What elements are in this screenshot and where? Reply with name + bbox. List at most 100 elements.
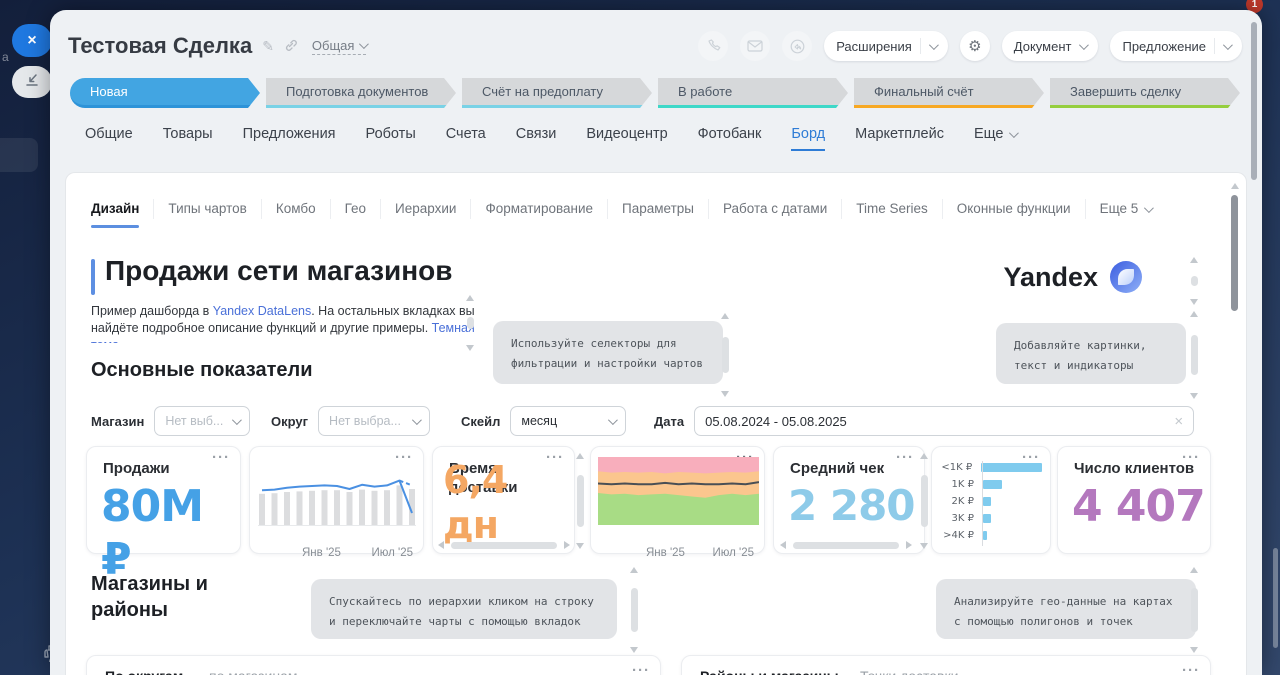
kpi-avg-check-label: Средний чек bbox=[790, 459, 884, 478]
panel-scrollbar[interactable] bbox=[1251, 22, 1257, 180]
tab-board[interactable]: Борд bbox=[791, 126, 825, 142]
dl-tab-window-fn[interactable]: Оконные функции bbox=[943, 199, 1086, 219]
chevron-down-icon bbox=[1144, 203, 1154, 213]
hbar-row: <1K ₽ bbox=[940, 461, 1042, 474]
tab-invoices[interactable]: Счета bbox=[446, 126, 486, 142]
widget-scrollbar[interactable] bbox=[464, 295, 476, 351]
deal-header: Тестовая Сделка ✎ Общая Ра bbox=[68, 28, 1242, 64]
filter-shop-select[interactable]: Нет выб... bbox=[154, 406, 250, 436]
widget-scrollbar[interactable] bbox=[1188, 311, 1200, 399]
dl-tab-dates[interactable]: Работа с датами bbox=[709, 199, 842, 219]
datalens-link[interactable]: Yandex DataLens bbox=[213, 304, 311, 318]
tab-delivery-points[interactable]: Точки доставки bbox=[860, 668, 958, 675]
filter-scale-select[interactable]: месяц bbox=[510, 406, 626, 436]
call-button[interactable] bbox=[698, 31, 728, 61]
tab-photobank[interactable]: Фотобанк bbox=[698, 126, 762, 142]
chevron-down-icon bbox=[359, 39, 369, 49]
chevron-down-icon bbox=[1223, 40, 1233, 50]
widget-menu-icon[interactable]: ··· bbox=[896, 449, 914, 466]
hbar-row: 3K ₽ bbox=[940, 512, 1042, 525]
dl-tab-more-label: Еще 5 bbox=[1100, 199, 1139, 219]
dl-tab-parameters[interactable]: Параметры bbox=[608, 199, 709, 219]
widget-menu-icon[interactable]: ··· bbox=[632, 662, 650, 675]
widget-scrollbar-horizontal[interactable] bbox=[438, 539, 570, 551]
widget-scrollbar-horizontal[interactable] bbox=[780, 539, 912, 551]
pipeline-selector[interactable]: Общая bbox=[312, 38, 367, 55]
title-accent-bar bbox=[91, 259, 95, 295]
widget-scrollbar[interactable] bbox=[719, 313, 731, 397]
widget-menu-icon[interactable]: ··· bbox=[1182, 662, 1200, 675]
edit-title-icon[interactable]: ✎ bbox=[262, 38, 274, 55]
filter-district-select[interactable]: Нет выбра... bbox=[318, 406, 430, 436]
check-distribution-widget: ··· <1K ₽1K ₽2K ₽3K ₽>4K ₽ bbox=[931, 446, 1051, 554]
tab-products[interactable]: Товары bbox=[163, 126, 213, 142]
dl-tab-more[interactable]: Еще 5 bbox=[1086, 199, 1166, 219]
widget-scrollbar[interactable] bbox=[574, 453, 586, 549]
dl-tab-hierarchies[interactable]: Иерархии bbox=[381, 199, 471, 219]
dl-tab-chart-types[interactable]: Типы чартов bbox=[154, 199, 261, 219]
tab-more[interactable]: Еще bbox=[974, 126, 1017, 142]
kpi-avg-check-card: ··· Средний чек 2 280 bbox=[773, 446, 925, 554]
hbar-row: >4K ₽ bbox=[940, 529, 1042, 542]
dl-tab-formatting[interactable]: Форматирование bbox=[471, 199, 608, 219]
copy-link-icon[interactable] bbox=[284, 38, 298, 55]
stage-close-deal[interactable]: Завершить сделку bbox=[1050, 78, 1240, 108]
widget-scrollbar[interactable] bbox=[918, 453, 930, 549]
extensions-button[interactable]: Расширения bbox=[824, 31, 948, 61]
kpi-clients-value: 4 407 bbox=[1072, 481, 1205, 534]
dl-tab-design[interactable]: Дизайн bbox=[91, 199, 154, 219]
tab-offers[interactable]: Предложения bbox=[243, 126, 336, 142]
filter-scale-value: месяц bbox=[521, 414, 557, 428]
widget-scrollbar[interactable] bbox=[628, 567, 640, 653]
dl-tab-combo[interactable]: Комбо bbox=[262, 199, 331, 219]
tab-marketplace[interactable]: Маркетплейс bbox=[855, 126, 944, 142]
tab-general[interactable]: Общие bbox=[85, 126, 133, 142]
collapse-panel-button[interactable] bbox=[12, 66, 52, 98]
stage-docs[interactable]: Подготовка документов bbox=[266, 78, 456, 108]
stage-new[interactable]: Новая bbox=[70, 78, 260, 108]
email-button[interactable] bbox=[740, 31, 770, 61]
close-panel-button[interactable]: × bbox=[12, 24, 52, 57]
filter-date: Дата 05.08.2024 - 05.08.2025 × bbox=[654, 406, 1194, 436]
widget-scrollbar[interactable] bbox=[1188, 567, 1200, 653]
dark-theme-link-clipped[interactable]: тема bbox=[91, 338, 119, 343]
stage-final-invoice[interactable]: Финальный счёт bbox=[854, 78, 1044, 108]
dashboard-scrollbar[interactable] bbox=[1229, 179, 1241, 675]
section-main-heading: Основные показатели bbox=[91, 357, 313, 383]
hint-hierarchy: Спускайтесь по иерархии кликом на строку… bbox=[311, 579, 617, 639]
chevron-down-icon bbox=[929, 40, 939, 50]
tab-by-districts[interactable]: По округам bbox=[105, 668, 183, 675]
settings-button[interactable]: ⚙ bbox=[960, 31, 990, 61]
tab-links[interactable]: Связи bbox=[516, 126, 557, 142]
tab-districts-shops[interactable]: Районы и магазины bbox=[700, 668, 839, 675]
stage-prepay-invoice[interactable]: Счёт на предоплату bbox=[462, 78, 652, 108]
dl-tab-timeseries[interactable]: Time Series bbox=[842, 199, 943, 219]
feedback-button[interactable] bbox=[782, 31, 812, 61]
stage-in-progress[interactable]: В работе bbox=[658, 78, 848, 108]
filter-district: Округ Нет выбра... bbox=[271, 406, 430, 436]
delivery-bands-chart bbox=[598, 457, 759, 530]
check-distribution-chart: <1K ₽1K ₽2K ₽3K ₽>4K ₽ bbox=[940, 461, 1042, 546]
offer-button[interactable]: Предложение bbox=[1110, 31, 1242, 61]
filter-shop-value: Нет выб... bbox=[165, 414, 223, 428]
dock-ghost-item bbox=[0, 138, 38, 172]
clear-date-icon[interactable]: × bbox=[1174, 413, 1183, 430]
dock-partial-text: a bbox=[2, 50, 9, 64]
document-button[interactable]: Документ bbox=[1002, 31, 1099, 61]
tab-by-shops[interactable]: по магазинам bbox=[209, 668, 297, 675]
widget-scrollbar[interactable] bbox=[1188, 257, 1200, 305]
tab-videocenter[interactable]: Видеоцентр bbox=[586, 126, 667, 142]
filter-district-label: Округ bbox=[271, 414, 308, 429]
extensions-label: Расширения bbox=[836, 39, 912, 54]
filter-date-input[interactable]: 05.08.2024 - 05.08.2025 × bbox=[694, 406, 1194, 436]
hint-selectors: Используйте селекторы для фильтрации и н… bbox=[493, 321, 723, 384]
sales-trend-chart bbox=[258, 461, 416, 532]
dl-tab-geo[interactable]: Гео bbox=[331, 199, 381, 219]
delivery-bands-widget: ··· Янв '25 Июл '25 bbox=[590, 446, 765, 554]
filter-shop: Магазин Нет выб... bbox=[91, 406, 250, 436]
tab-robots[interactable]: Роботы bbox=[366, 126, 416, 142]
brand: Yandex bbox=[1003, 261, 1142, 293]
filter-shop-label: Магазин bbox=[91, 414, 144, 429]
window-scrollbar[interactable] bbox=[1273, 548, 1278, 648]
widget-menu-icon[interactable]: ··· bbox=[212, 449, 230, 466]
